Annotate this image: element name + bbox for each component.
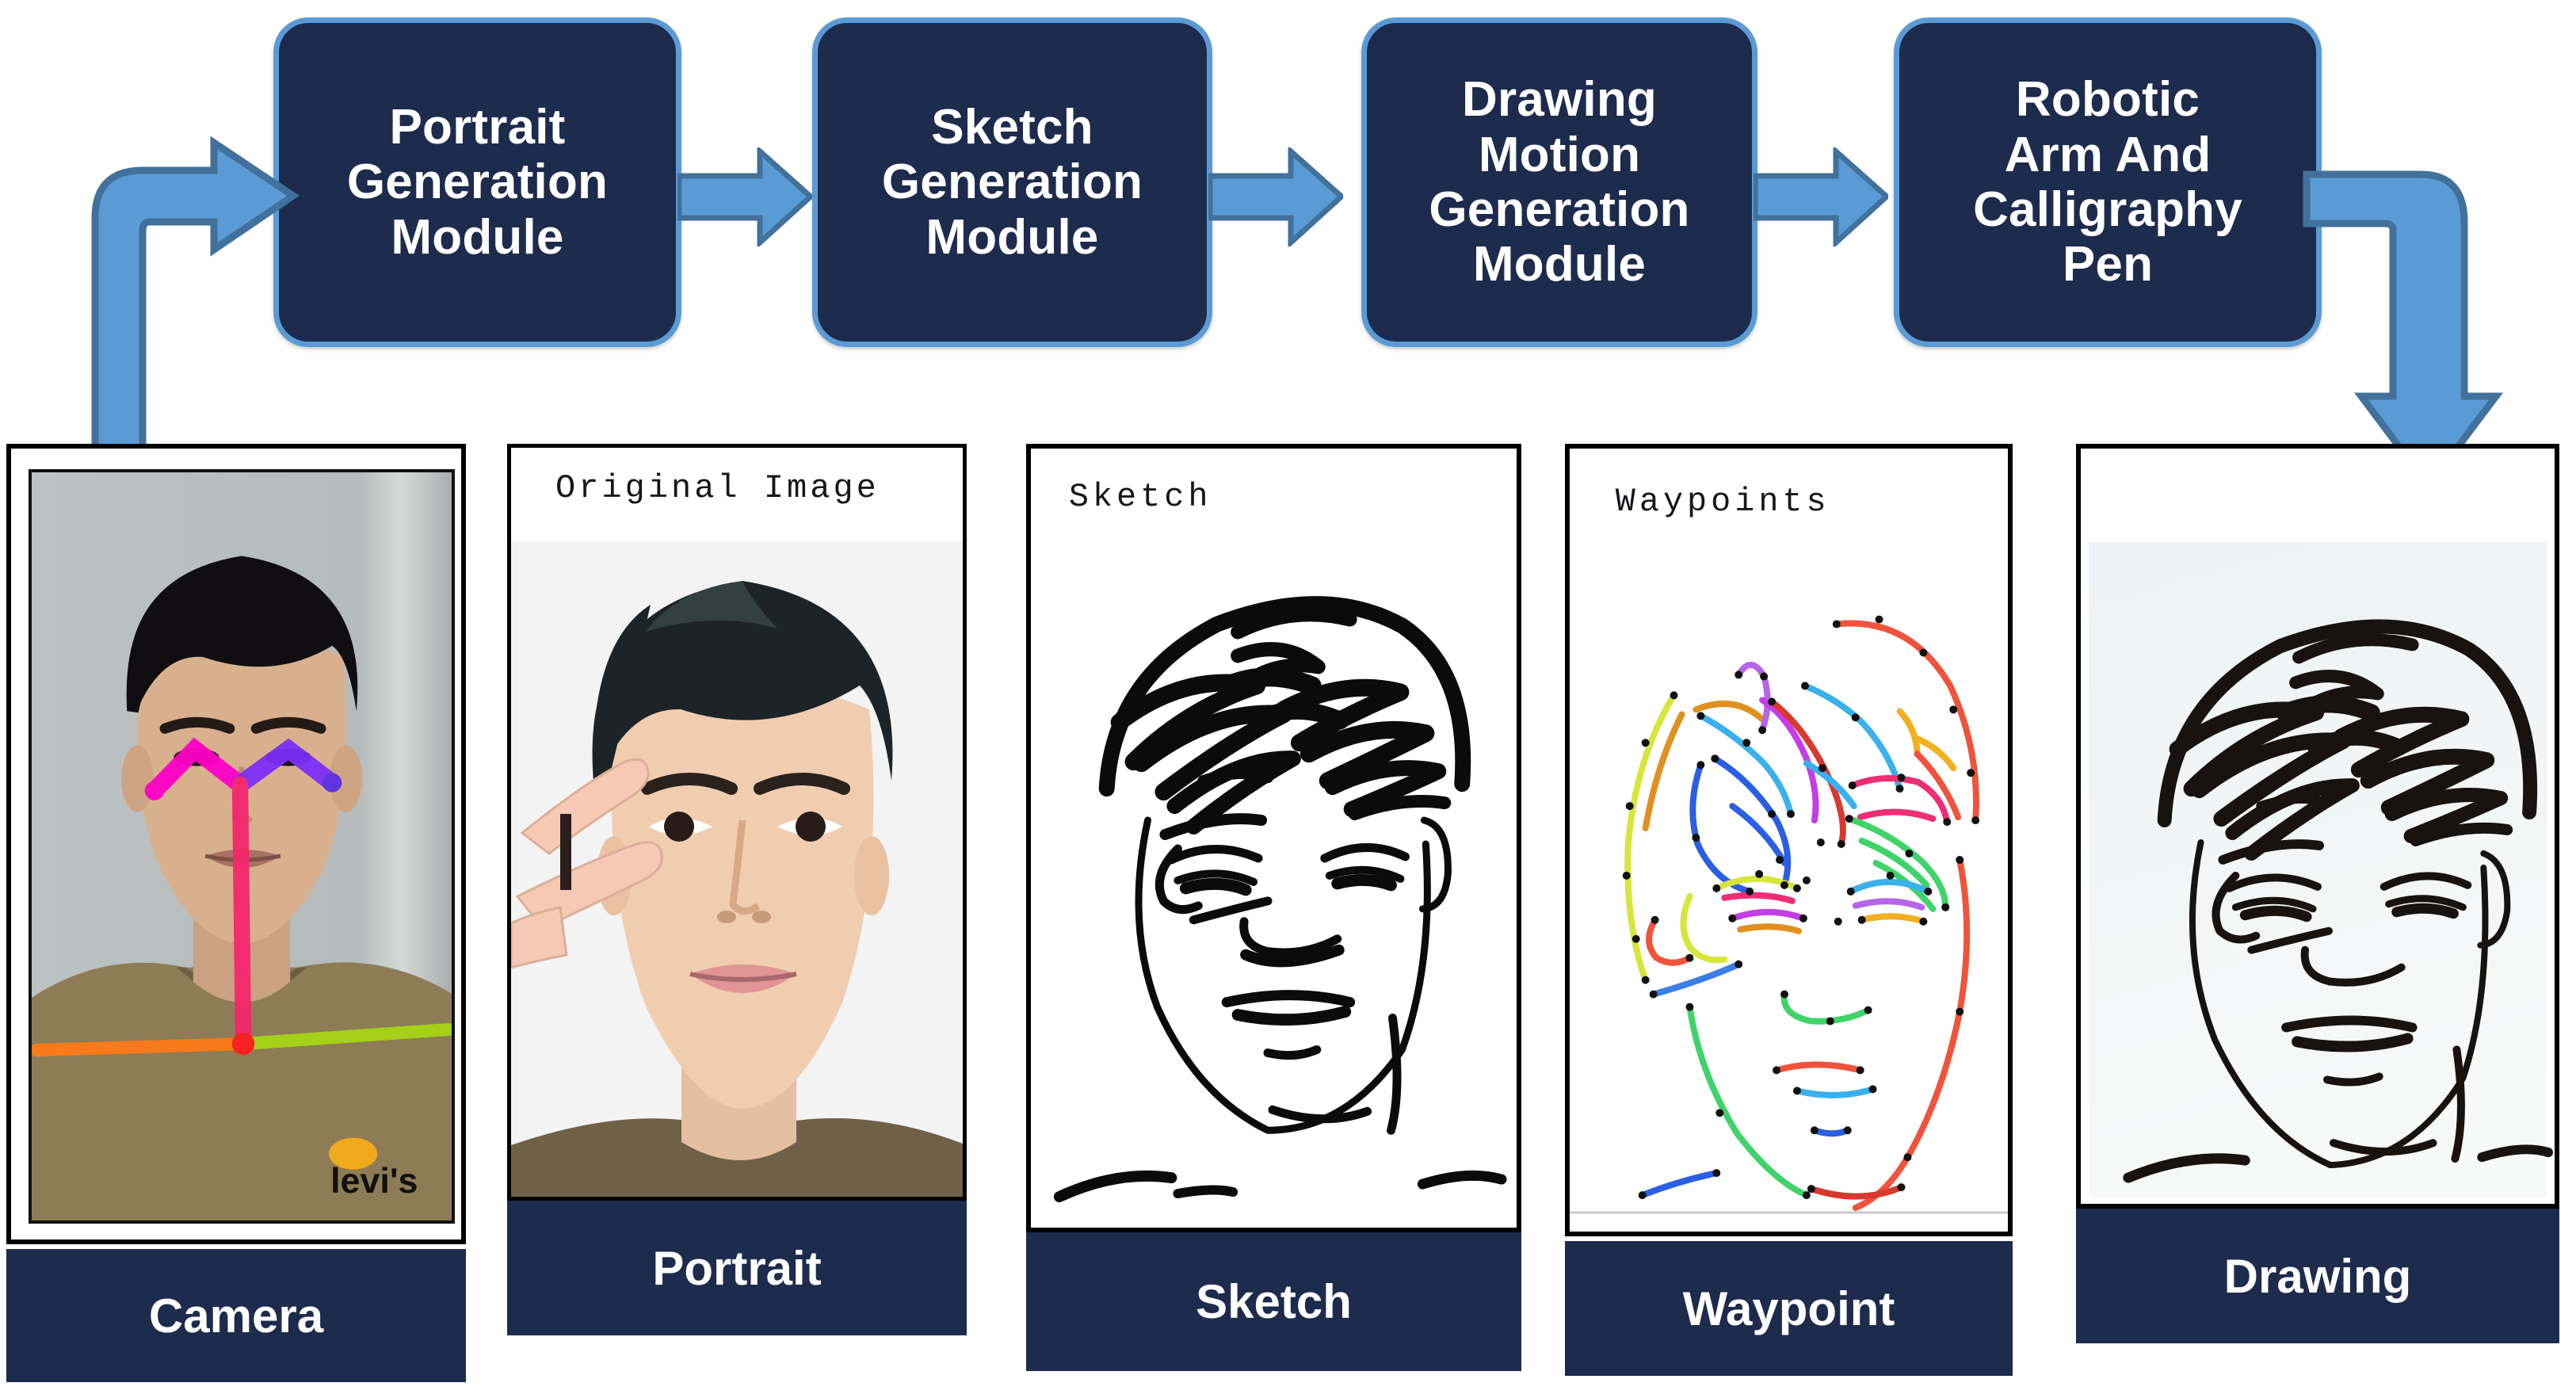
panel-caption-camera: Camera	[6, 1249, 466, 1382]
camera-photo: levi's	[29, 469, 455, 1224]
arrow-motion-to-robot-icon	[1754, 147, 1888, 246]
panel-portrait-frame: Original Image Original Image	[507, 444, 967, 1201]
arrow-sketch-to-motion-icon	[1208, 147, 1343, 246]
arrow-portrait-to-sketch-icon	[677, 147, 812, 246]
stage-box-portrait-generation-module[interactable]: Portrait Generation Module	[273, 17, 681, 347]
svg-text:levi's: levi's	[330, 1162, 418, 1201]
panel-caption-text: Portrait	[652, 1241, 822, 1295]
panel-portrait[interactable]: Original Image Original Image Portrait	[507, 444, 967, 1335]
panel-drawing-frame	[2076, 444, 2559, 1209]
diagram-canvas: Portrait Generation Module Sketch Genera…	[0, 0, 2576, 1398]
stage-label: Drawing Motion Generation Module	[1429, 72, 1690, 292]
panel-camera[interactable]: levi's Camera	[6, 444, 466, 1382]
panel-caption-drawing: Drawing	[2076, 1209, 2559, 1343]
panel-caption-waypoint: Waypoint	[1565, 1241, 2013, 1376]
waypoint-image-area: Waypoints	[1570, 449, 2008, 1232]
panel-sketch-frame: Sketch Sketch	[1026, 444, 1521, 1232]
stage-box-drawing-motion-generation-module[interactable]: Drawing Motion Generation Module	[1361, 17, 1757, 347]
stage-box-robotic-arm-and-calligraphy-pen[interactable]: Robotic Arm And Calligraphy Pen	[1894, 17, 2322, 347]
camera-image-area: levi's	[11, 449, 461, 1239]
panel-caption-text: Sketch	[1196, 1275, 1352, 1328]
arrow-camera-to-portrait-module-icon	[55, 135, 301, 476]
stage-label: Portrait Generation Module	[346, 99, 609, 265]
panel-caption-sketch: Sketch	[1026, 1232, 1521, 1371]
stage-label: Sketch Generation Module	[881, 99, 1143, 265]
stage-box-sketch-generation-module[interactable]: Sketch Generation Module	[812, 17, 1212, 347]
drawing-image-area	[2081, 449, 2555, 1204]
panel-drawing[interactable]: Drawing	[2076, 444, 2559, 1343]
panel-camera-frame: levi's	[6, 444, 466, 1244]
portrait-image-area: Original Image	[511, 448, 963, 1197]
sketch-image-area: Sketch	[1031, 449, 1517, 1228]
panel-caption-portrait: Portrait	[507, 1201, 967, 1335]
panel-caption-text: Camera	[148, 1289, 324, 1343]
stage-label: Robotic Arm And Calligraphy Pen	[1973, 72, 2242, 292]
panel-waypoint[interactable]: Waypoints Waypoints Waypoint	[1565, 444, 2013, 1376]
panel-sketch[interactable]: Sketch Sketch Sketch	[1026, 444, 1521, 1371]
arrow-robot-to-drawing-icon	[2302, 135, 2563, 491]
panel-waypoint-frame: Waypoints Waypoints	[1565, 444, 2013, 1236]
panel-caption-text: Drawing	[2223, 1249, 2412, 1303]
panel-caption-text: Waypoint	[1682, 1282, 1895, 1335]
